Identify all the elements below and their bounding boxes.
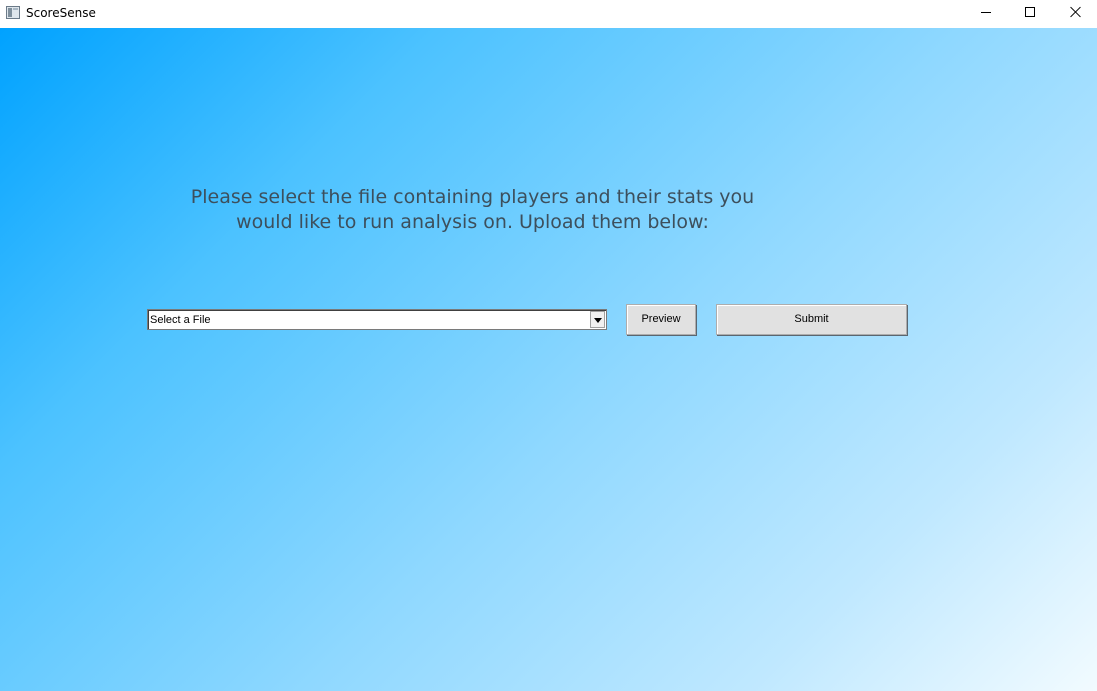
preview-button[interactable]: Preview	[626, 304, 696, 335]
title-bar[interactable]: ScoreSense	[0, 0, 1097, 27]
app-icon	[6, 6, 20, 19]
maximize-button[interactable]	[1007, 0, 1053, 27]
file-select-dropdown[interactable]: Select a File	[147, 309, 607, 330]
upload-prompt: Please select the file containing player…	[190, 186, 755, 233]
maximize-icon	[1025, 7, 1035, 17]
window-title: ScoreSense	[26, 6, 96, 20]
file-select-value: Select a File	[150, 314, 211, 326]
chevron-down-icon[interactable]	[590, 311, 605, 328]
close-button[interactable]	[1053, 0, 1097, 27]
submit-button[interactable]: Submit	[716, 304, 907, 335]
minimize-button[interactable]	[963, 0, 1009, 27]
minimize-icon	[981, 12, 991, 13]
close-icon	[1070, 6, 1082, 18]
main-panel: Please select the file containing player…	[0, 28, 1097, 691]
app-window: ScoreSense Please select the file contai…	[0, 0, 1097, 691]
